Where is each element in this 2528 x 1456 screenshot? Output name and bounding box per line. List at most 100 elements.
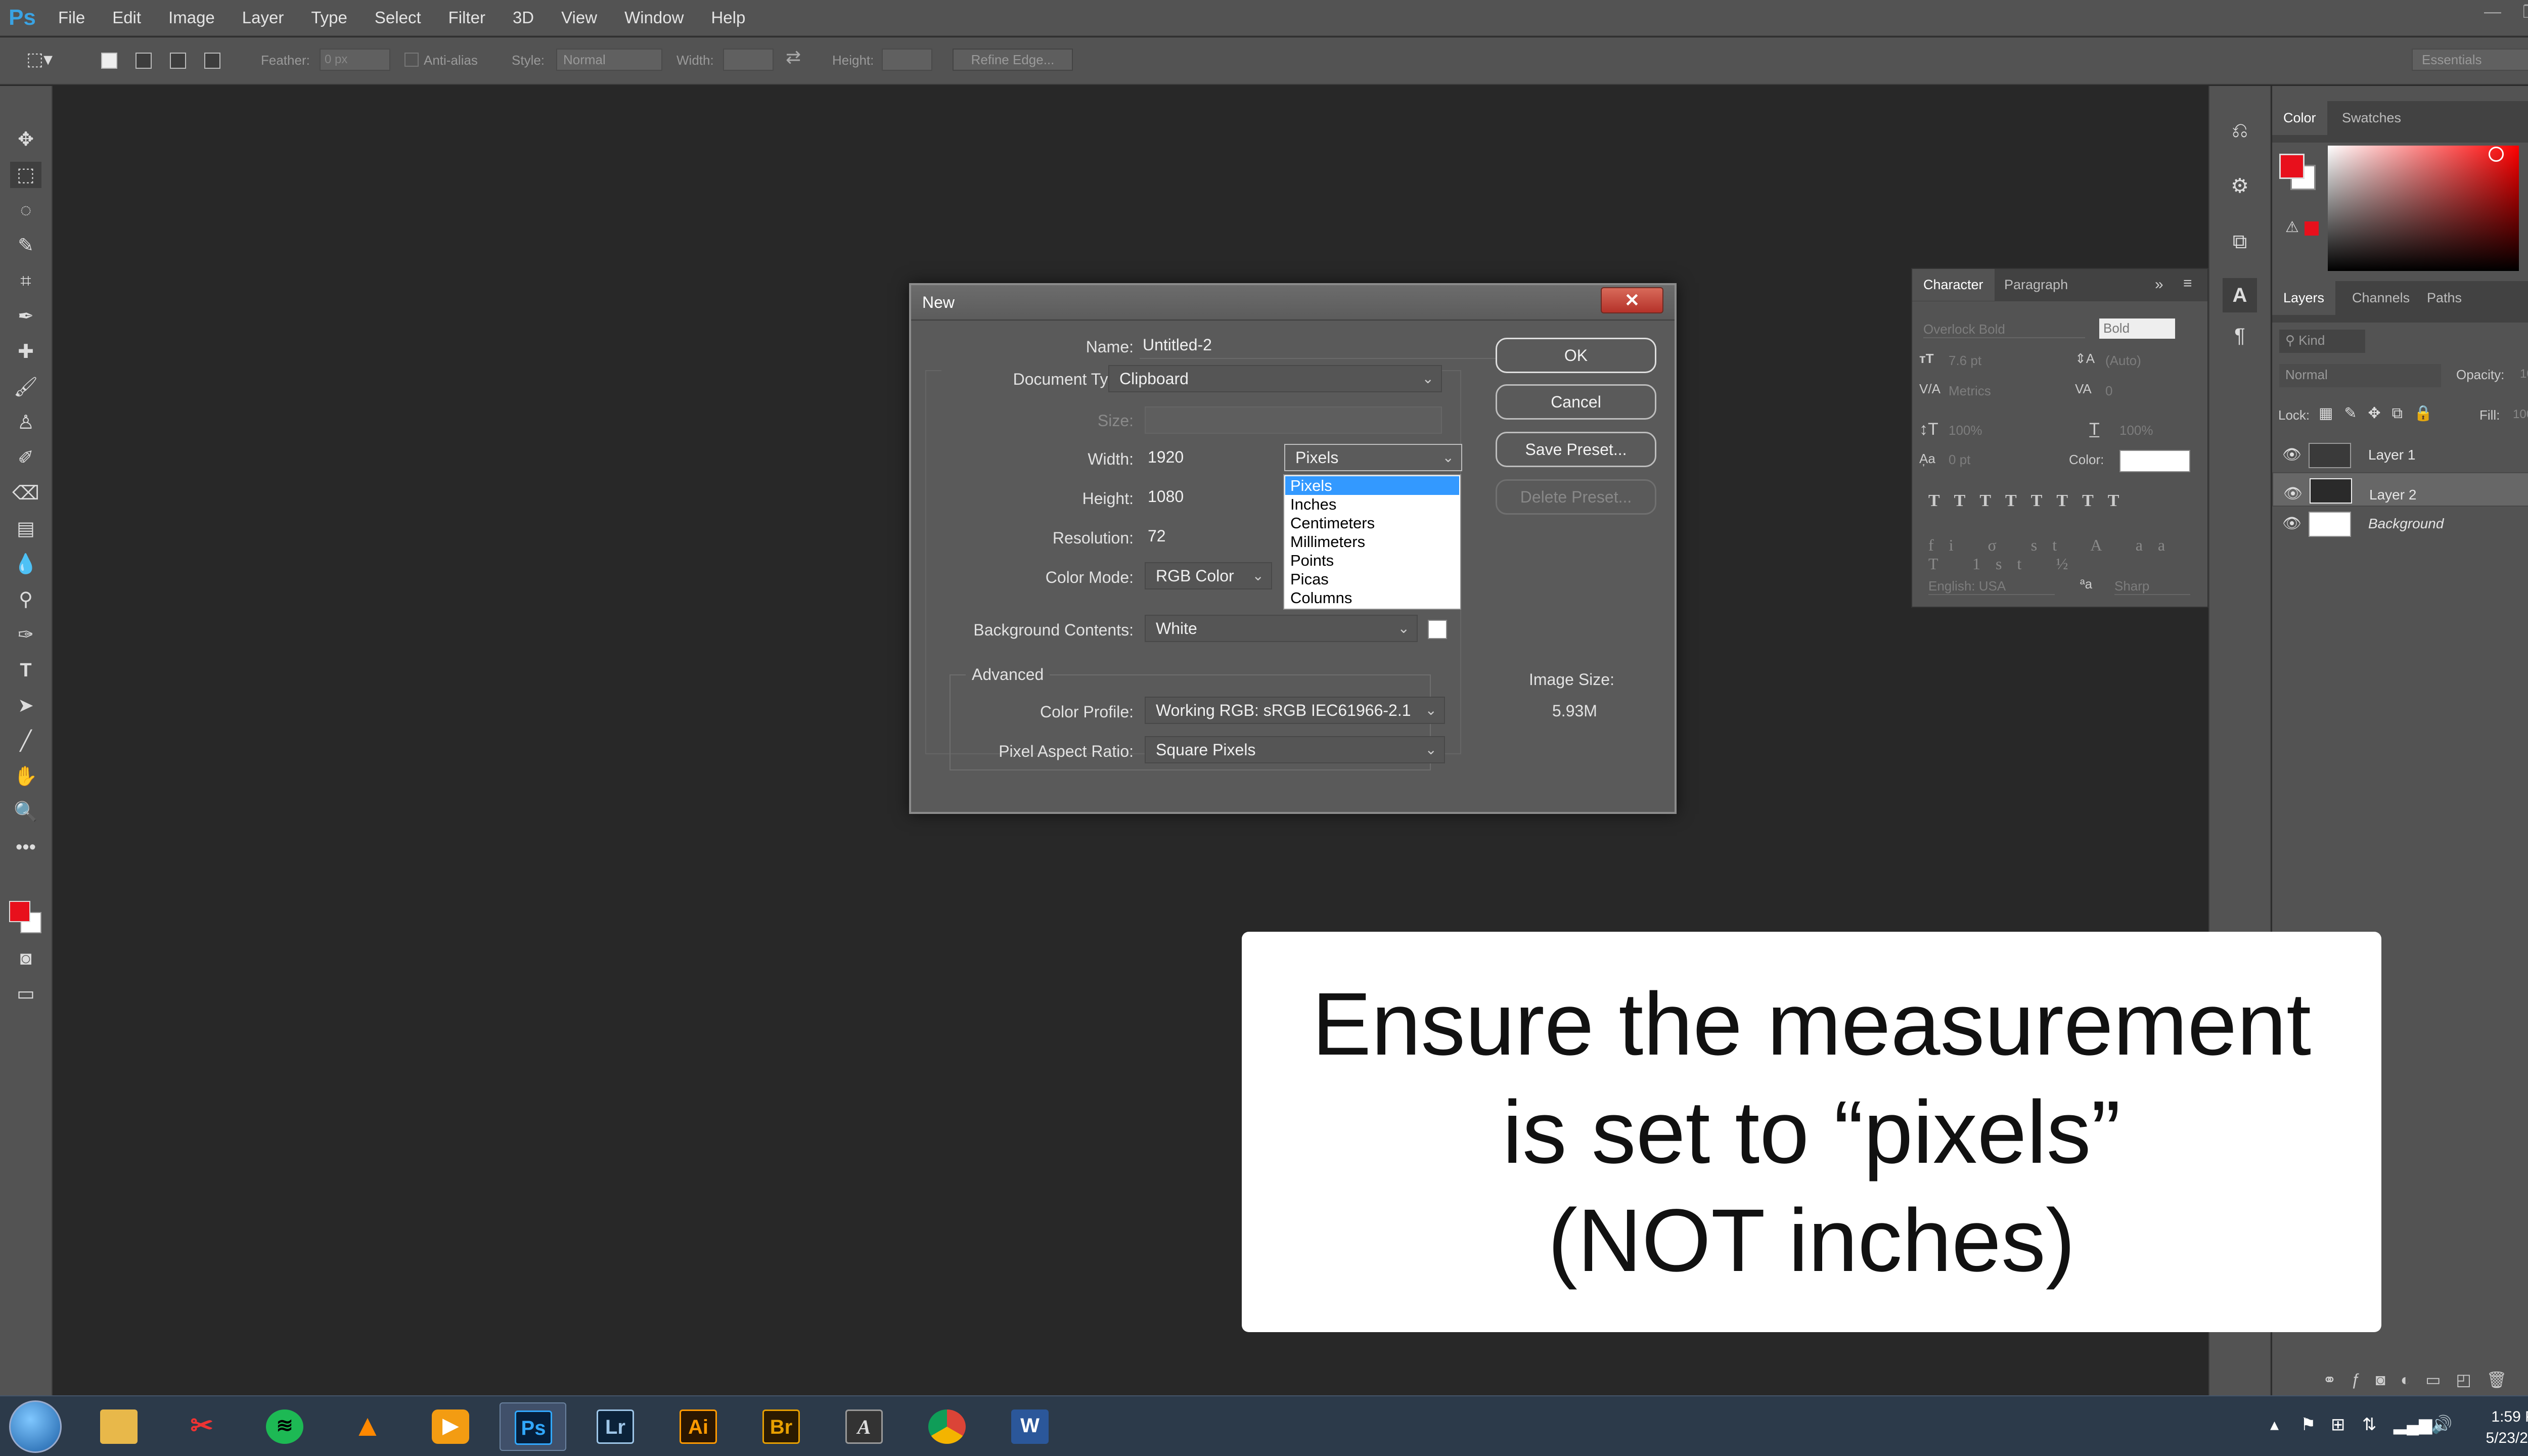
menu-layer[interactable]: Layer — [229, 8, 298, 27]
color-field[interactable] — [2328, 146, 2519, 271]
healing-brush-tool-icon[interactable]: ✚ — [10, 339, 41, 365]
unit-option-inches[interactable]: Inches — [1285, 495, 1459, 514]
screen-mode-icon[interactable]: ▭ — [10, 981, 41, 1007]
taskbar-lightroom[interactable]: Lr — [582, 1402, 649, 1451]
cancel-button[interactable]: Cancel — [1496, 384, 1656, 420]
baseline-shift-value[interactable]: 0 pt — [1949, 452, 1970, 468]
history-panel-icon[interactable]: ⎌ — [2223, 113, 2257, 148]
collapse-panel-icon[interactable]: » — [2155, 276, 2163, 293]
menu-file[interactable]: File — [44, 8, 99, 27]
windows-icon[interactable]: ⊞ — [2331, 1415, 2345, 1435]
tab-color[interactable]: Color — [2272, 101, 2327, 135]
crop-tool-icon[interactable]: ⌗ — [10, 268, 41, 294]
eye-icon[interactable]: 👁 — [2283, 481, 2303, 507]
layer-kind-filter[interactable]: ⚲ Kind — [2279, 330, 2365, 353]
taskbar-illustrator[interactable]: Ai — [665, 1402, 732, 1451]
new-selection-icon[interactable] — [101, 53, 117, 69]
language-select[interactable]: English: USA — [1928, 578, 2055, 595]
clone-stamp-tool-icon[interactable]: ♙ — [10, 410, 41, 436]
unit-option-columns[interactable]: Columns — [1285, 588, 1459, 607]
menu-3d[interactable]: 3D — [499, 8, 548, 27]
resolution-input[interactable]: 72 — [1145, 523, 1276, 550]
taskbar-vlc[interactable]: ▲ — [335, 1402, 401, 1451]
menu-filter[interactable]: Filter — [435, 8, 499, 27]
sync-icon[interactable]: ⇅ — [2362, 1415, 2377, 1435]
taskbar-word[interactable]: W — [997, 1402, 1064, 1451]
width-unit-select[interactable]: Pixels ⌄ — [1284, 444, 1462, 471]
hand-tool-icon[interactable]: ✋ — [10, 763, 41, 790]
layer-row[interactable]: 👁 Layer 2 — [2272, 472, 2528, 507]
style-select[interactable]: Normal — [556, 49, 662, 71]
line-tool-icon[interactable]: ╱ — [10, 728, 41, 754]
taskbar-font-app[interactable]: A — [831, 1402, 898, 1451]
network-icon[interactable]: ▂▄▆ — [2394, 1415, 2432, 1435]
start-button[interactable] — [9, 1400, 62, 1453]
zoom-tool-icon[interactable]: 🔍 — [10, 799, 41, 825]
text-color-swatch[interactable] — [2119, 450, 2190, 472]
volume-icon[interactable]: 🔊 — [2431, 1415, 2452, 1435]
history-brush-tool-icon[interactable]: ✐ — [10, 445, 41, 471]
blur-tool-icon[interactable]: 💧 — [10, 551, 41, 577]
minimize-icon[interactable]: — — [2484, 2, 2501, 22]
layers-footer-icons[interactable]: ⚭ƒ◙◐▭◰🗑 — [2323, 1370, 2522, 1389]
vertical-scale-value[interactable]: 100% — [1949, 423, 1982, 438]
text-style-buttons[interactable]: TTTTTTTT — [1928, 491, 2133, 511]
document-type-select[interactable]: Clipboard ⌄ — [1108, 365, 1442, 392]
menu-type[interactable]: Type — [297, 8, 361, 27]
color-picker-cursor[interactable] — [2489, 147, 2504, 162]
properties-panel-icon[interactable]: ⚙ — [2223, 169, 2257, 203]
gradient-tool-icon[interactable]: ▤ — [10, 516, 41, 542]
taskbar-explorer[interactable] — [86, 1402, 153, 1451]
background-contents-select[interactable]: White ⌄ — [1145, 615, 1418, 642]
move-tool-icon[interactable]: ✥ — [10, 126, 41, 153]
menu-help[interactable]: Help — [697, 8, 759, 27]
font-style-select[interactable]: Bold — [2099, 318, 2175, 339]
quick-mask-icon[interactable]: ◙ — [10, 945, 41, 972]
taskbar-spotify[interactable]: ≋ — [252, 1402, 319, 1451]
gamut-color-swatch[interactable] — [2305, 221, 2319, 236]
menu-image[interactable]: Image — [155, 8, 229, 27]
swap-icon[interactable]: ⇄ — [786, 47, 801, 68]
type-tool-icon[interactable]: T — [10, 657, 41, 684]
size-select[interactable] — [1145, 406, 1442, 434]
dodge-tool-icon[interactable]: ⚲ — [10, 586, 41, 613]
path-select-tool-icon[interactable]: ➤ — [10, 693, 41, 719]
antialias-select[interactable]: Sharp — [2114, 578, 2190, 595]
subtract-selection-icon[interactable] — [170, 53, 186, 69]
character-menu-icon[interactable]: ≡ — [2183, 275, 2192, 292]
font-family-select[interactable]: Overlock Bold — [1923, 322, 2085, 338]
tab-paths[interactable]: Paths — [2416, 281, 2473, 315]
tray-expand-icon[interactable]: ▴ — [2270, 1415, 2279, 1435]
taskbar-paint[interactable]: ✂ — [169, 1402, 236, 1451]
ok-button[interactable]: OK — [1496, 338, 1656, 373]
anti-alias-checkbox[interactable] — [404, 53, 419, 67]
opacity-value[interactable]: 100% — [2520, 367, 2528, 381]
leading-value[interactable]: (Auto) — [2105, 353, 2141, 369]
menu-window[interactable]: Window — [611, 8, 697, 27]
color-fg-swatch[interactable] — [2279, 154, 2305, 179]
tracking-value[interactable]: 0 — [2105, 383, 2112, 399]
menu-edit[interactable]: Edit — [99, 8, 155, 27]
taskbar-photoshop[interactable]: Ps — [500, 1402, 566, 1451]
brush-tool-icon[interactable]: 🖌 — [10, 374, 41, 400]
pen-tool-icon[interactable]: ✑ — [10, 622, 41, 648]
unit-option-points[interactable]: Points — [1285, 551, 1459, 570]
width-input[interactable]: 1920 — [1145, 444, 1276, 471]
lock-icons[interactable]: ▦✎✥⧉🔒 — [2319, 404, 2444, 422]
pixel-aspect-select[interactable]: Square Pixels ⌄ — [1145, 736, 1445, 763]
flag-icon[interactable]: ⚑ — [2300, 1415, 2316, 1435]
refine-edge-button[interactable]: Refine Edge... — [953, 49, 1073, 71]
taskbar-media-player[interactable]: ▶ — [418, 1402, 484, 1451]
quick-select-tool-icon[interactable]: ✎ — [10, 233, 41, 259]
eyedropper-tool-icon[interactable]: ✒ — [10, 303, 41, 330]
tab-layers[interactable]: Layers — [2272, 281, 2336, 315]
eraser-tool-icon[interactable]: ⌫ — [10, 480, 41, 507]
marquee-tool-preset-icon[interactable]: ⬚▾ — [26, 49, 53, 70]
height-input[interactable] — [882, 49, 932, 71]
character-panel-icon[interactable]: A — [2223, 278, 2257, 312]
unit-option-millimeters[interactable]: Millimeters — [1285, 532, 1459, 551]
more-tools-icon[interactable]: ••• — [10, 834, 41, 860]
blend-mode-select[interactable]: Normal — [2279, 364, 2441, 387]
menu-view[interactable]: View — [548, 8, 611, 27]
kerning-value[interactable]: Metrics — [1949, 383, 1991, 399]
